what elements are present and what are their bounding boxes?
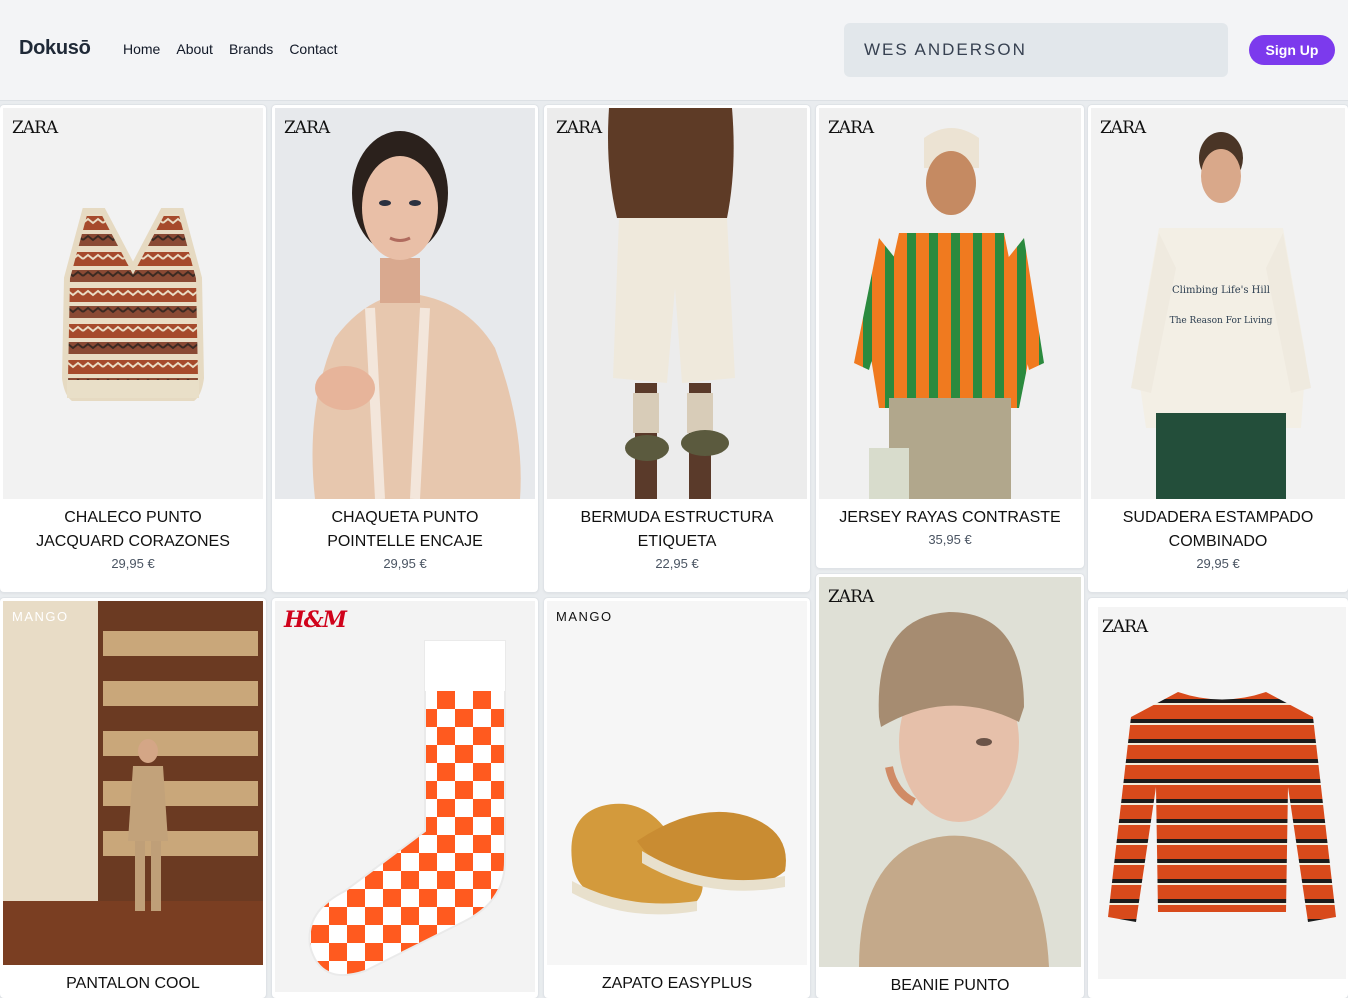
product-title-line: CHALECO PUNTO: [64, 509, 202, 526]
product-title-line: PANTALON COOL: [66, 975, 200, 992]
model-striped-jersey-illustration: [854, 128, 1044, 499]
product-price: 35,95 €: [928, 532, 972, 547]
model-cardigan-illustration: [312, 131, 521, 499]
product-card[interactable]: ZARA Climbing Life's Hill The Reason For…: [1088, 105, 1348, 592]
nav-link-brands[interactable]: Brands: [229, 41, 273, 57]
product-card[interactable]: MANGO ZAPATO EASYPLUS: [544, 598, 810, 998]
product-image[interactable]: ZARA Climbing Life's Hill The Reason For…: [1091, 108, 1345, 499]
nav-link-home[interactable]: Home: [123, 41, 160, 57]
product-image[interactable]: ZARA: [3, 108, 263, 499]
suede-loafers-illustration: [571, 803, 786, 915]
brand-logo: ZARA: [1100, 118, 1146, 138]
product-card[interactable]: ZARA: [1088, 598, 1348, 998]
product-title-line: JERSEY RAYAS CONTRASTE: [839, 509, 1061, 526]
product-card[interactable]: ZARA CHALECO PUNTO JACQUARD CORAZONES 29…: [0, 105, 266, 592]
brand-logo: MANGO: [12, 609, 69, 624]
product-title-line: BERMUDA ESTRUCTURA: [580, 509, 774, 526]
product-image[interactable]: H&M: [275, 601, 535, 992]
product-title-line: COMBINADO: [1168, 533, 1268, 550]
product-title-line: CHAQUETA PUNTO: [331, 509, 479, 526]
main-nav: Home About Brands Contact: [123, 41, 338, 57]
product-card[interactable]: ZARA BERMUDA ESTRUCTURA ETIQUETA 22,95 €: [544, 105, 810, 592]
product-title-line: ETIQUETA: [637, 533, 717, 550]
product-card[interactable]: MANGO PANTALON COOL: [0, 598, 266, 998]
product-image[interactable]: ZARA: [819, 577, 1081, 967]
product-card[interactable]: ZARA BEANIE PUNTO: [816, 574, 1084, 998]
brand-logo: ZARA: [1102, 617, 1148, 637]
product-image[interactable]: ZARA: [819, 108, 1081, 499]
product-title-line: POINTELLE ENCAJE: [327, 533, 483, 550]
product-price: 29,95 €: [111, 556, 155, 571]
site-logo[interactable]: Dokusō: [19, 37, 91, 60]
checkered-sock-illustration: [308, 640, 506, 976]
product-price: 22,95 €: [655, 556, 699, 571]
product-image[interactable]: MANGO: [3, 601, 263, 965]
brand-logo: MANGO: [556, 609, 613, 624]
brand-logo: ZARA: [828, 587, 874, 607]
nav-link-contact[interactable]: Contact: [289, 41, 337, 57]
model-sweatshirt-illustration: Climbing Life's Hill The Reason For Livi…: [1131, 132, 1311, 499]
search-input[interactable]: [844, 23, 1228, 77]
knit-vest-illustration: [61, 208, 205, 401]
product-price: 29,95 €: [1196, 556, 1240, 571]
product-card[interactable]: ZARA CHAQUETA PUNTO POINTELLE ENCAJE 29,…: [272, 105, 538, 592]
sweatshirt-print-text: Climbing Life's Hill: [1172, 285, 1270, 296]
striped-sweater-illustration: [1108, 692, 1336, 922]
sweatshirt-print-text: The Reason For Living: [1170, 316, 1273, 326]
product-image[interactable]: ZARA: [1098, 607, 1346, 979]
product-title-line: BEANIE PUNTO: [890, 977, 1010, 994]
product-image[interactable]: ZARA: [275, 108, 535, 499]
model-library-illustration: [3, 601, 263, 965]
model-beanie-illustration: [859, 612, 1049, 967]
brand-logo: ZARA: [284, 118, 330, 138]
brand-logo: ZARA: [828, 118, 874, 138]
model-shorts-illustration: [608, 108, 735, 499]
product-title-line: ZAPATO EASYPLUS: [601, 975, 753, 992]
top-navbar: Dokusō Home About Brands Contact Sign Up: [0, 0, 1348, 101]
brand-logo: ZARA: [12, 118, 58, 138]
brand-logo: ZARA: [556, 118, 602, 138]
brand-logo: H&M: [284, 607, 347, 633]
product-title-line: SUDADERA ESTAMPADO: [1122, 509, 1314, 526]
product-title-line: JACQUARD CORAZONES: [36, 533, 230, 550]
nav-link-about[interactable]: About: [176, 41, 213, 57]
product-image[interactable]: ZARA: [547, 108, 807, 499]
product-price: 29,95 €: [383, 556, 427, 571]
product-card[interactable]: H&M: [272, 598, 538, 998]
product-card[interactable]: ZARA JERSEY RAYAS CONTRASTE 35,95 €: [816, 105, 1084, 568]
sign-up-button[interactable]: Sign Up: [1249, 35, 1335, 65]
product-image[interactable]: MANGO: [547, 601, 807, 965]
